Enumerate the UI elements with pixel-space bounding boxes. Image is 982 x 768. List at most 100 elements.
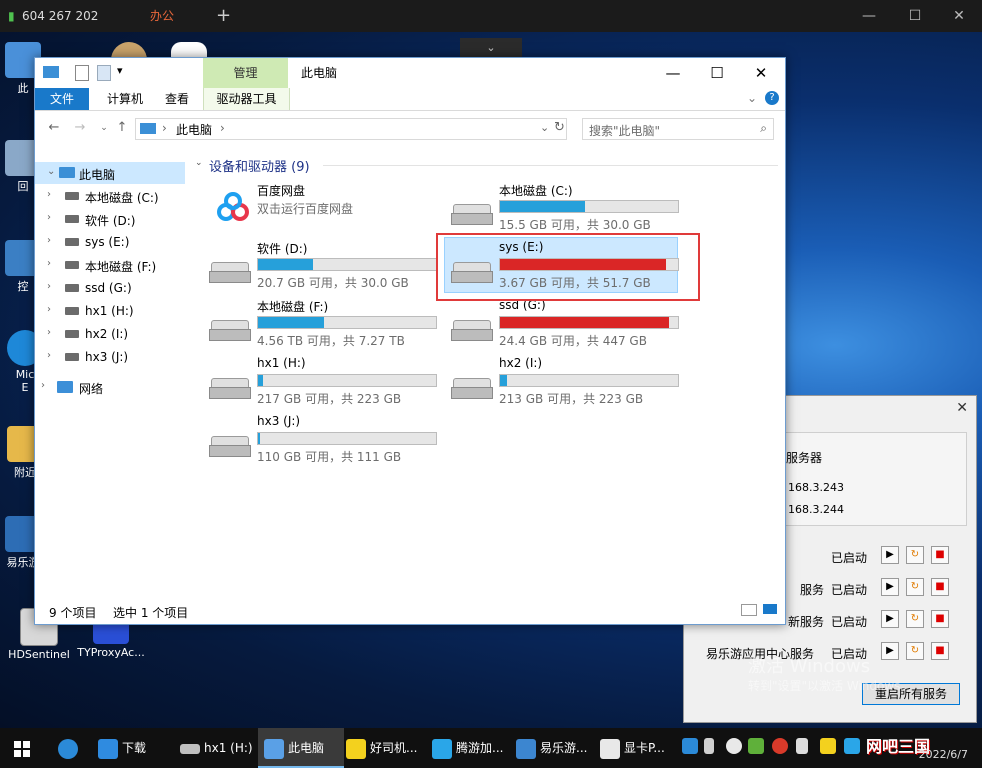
stop-icon[interactable]: ■ xyxy=(931,546,949,564)
nav-item-drive[interactable]: › hx3 (J:) xyxy=(35,346,185,368)
drive-size: 213 GB 可用，共 223 GB xyxy=(499,392,644,406)
drive-tile[interactable]: hx1 (H:) 217 GB 可用，共 223 GB xyxy=(205,356,437,410)
forward-arrow-icon[interactable]: → xyxy=(71,119,89,137)
chevron-right-icon[interactable]: › xyxy=(47,258,51,269)
restart-icon[interactable]: ↻ xyxy=(906,610,924,628)
tray-v-icon[interactable] xyxy=(748,738,764,754)
taskbar-item-haosiji[interactable]: 好司机... xyxy=(346,728,426,768)
haosiji-icon xyxy=(346,738,366,759)
restart-icon[interactable]: ↻ xyxy=(906,578,924,596)
tray-network-icon[interactable] xyxy=(844,738,860,754)
volume-muted-icon[interactable] xyxy=(796,738,808,754)
address-input[interactable]: › 此电脑 › ⌄ ↻ xyxy=(135,118,567,140)
tab-computer[interactable]: 计算机 xyxy=(99,88,151,110)
tab-office[interactable]: 办公 xyxy=(150,0,174,32)
new-folder-icon[interactable] xyxy=(97,65,111,81)
recent-locations-icon[interactable]: ⌄ xyxy=(95,119,113,137)
drive-tile[interactable]: 本地磁盘 (C:) 15.5 GB 可用，共 30.0 GB xyxy=(447,182,679,236)
taskbar-item-this-pc[interactable]: 此电脑 xyxy=(258,728,344,768)
tray-haosiji-icon[interactable] xyxy=(820,738,836,754)
restart-icon[interactable]: ↻ xyxy=(906,642,924,660)
minimize-button[interactable]: — xyxy=(651,58,695,88)
tray-typroxy-icon[interactable] xyxy=(682,738,698,754)
baidu-netdisk-tile[interactable]: 百度网盘 双击运行百度网盘 xyxy=(205,182,437,236)
details-view-icon[interactable] xyxy=(741,604,757,616)
maximize-button[interactable]: ☐ xyxy=(695,58,739,88)
address-dropdown-icon[interactable]: ⌄ xyxy=(540,121,549,134)
clock-date[interactable]: 2022/6/7 xyxy=(919,748,968,761)
play-icon[interactable]: ▶ xyxy=(881,642,899,660)
tray-usb-icon[interactable] xyxy=(704,738,714,754)
group-header[interactable]: 设备和驱动器 (9) xyxy=(209,156,310,175)
drive-tile[interactable]: 本地磁盘 (F:) 4.56 TB 可用，共 7.27 TB xyxy=(205,298,437,352)
start-button[interactable] xyxy=(14,728,38,768)
back-arrow-icon[interactable]: ← xyxy=(45,119,63,137)
drive-tile[interactable]: hx2 (I:) 213 GB 可用，共 223 GB xyxy=(447,356,679,410)
chevron-right-icon[interactable]: › xyxy=(47,350,51,361)
nav-item-network[interactable]: › 网络 xyxy=(35,376,185,398)
context-tab-manage[interactable]: 管理 xyxy=(203,58,288,88)
taskbar-item-download[interactable]: 下载 xyxy=(98,728,174,768)
nav-item-drive[interactable]: › 软件 (D:) xyxy=(35,208,185,230)
stop-icon[interactable]: ■ xyxy=(931,642,949,660)
server-ip-2: 168.3.244 xyxy=(788,503,844,516)
service-status: 已启动 xyxy=(831,551,868,565)
nav-item-drive[interactable]: › ssd (G:) xyxy=(35,277,185,299)
play-icon[interactable]: ▶ xyxy=(881,610,899,628)
nav-item-drive[interactable]: › 本地磁盘 (C:) xyxy=(35,185,185,207)
new-tab-button[interactable]: + xyxy=(216,0,231,32)
tab-drive-tools[interactable]: 驱动器工具 xyxy=(203,88,290,110)
stop-icon[interactable]: ■ xyxy=(931,578,949,596)
chevron-right-icon[interactable]: › xyxy=(47,189,51,200)
close-button[interactable]: ✕ xyxy=(739,58,783,88)
play-icon[interactable]: ▶ xyxy=(881,578,899,596)
breadcrumb-chevron-icon[interactable]: › xyxy=(220,121,225,135)
taskbar-item-yileyou[interactable]: 易乐游... xyxy=(516,728,596,768)
stop-icon[interactable]: ■ xyxy=(931,610,949,628)
nav-item-this-pc[interactable]: ⌄ 此电脑 xyxy=(35,162,185,184)
nav-item-drive[interactable]: › hx2 (I:) xyxy=(35,323,185,345)
minimize-button[interactable]: — xyxy=(846,0,892,32)
close-icon[interactable]: ✕ xyxy=(956,400,968,416)
maximize-button[interactable]: ☐ xyxy=(892,0,938,32)
play-icon[interactable]: ▶ xyxy=(881,546,899,564)
taskbar-item-tengyou[interactable]: 腾游加... xyxy=(432,728,512,768)
up-arrow-icon[interactable]: ↑ xyxy=(113,119,131,137)
chevron-right-icon[interactable]: › xyxy=(47,235,51,246)
properties-icon[interactable] xyxy=(75,65,89,81)
nav-item-drive[interactable]: › 本地磁盘 (F:) xyxy=(35,254,185,276)
nav-item-drive[interactable]: › sys (E:) xyxy=(35,231,185,253)
help-icon[interactable]: ? xyxy=(765,91,779,105)
chevron-right-icon[interactable]: › xyxy=(47,327,51,338)
chevron-right-icon[interactable]: › xyxy=(47,304,51,315)
search-input[interactable]: 搜索"此电脑" ⌕ xyxy=(582,118,774,140)
customize-toolbar-icon[interactable]: ▾ xyxy=(117,64,123,77)
close-button[interactable]: ✕ xyxy=(936,0,982,32)
collapse-toolbar-button[interactable]: ⌄ xyxy=(460,38,522,58)
chevron-right-icon[interactable]: › xyxy=(41,380,45,391)
expand-ribbon-icon[interactable]: ⌄ xyxy=(747,91,757,105)
tab-view[interactable]: 查看 xyxy=(157,88,197,110)
window-title: 此电脑 xyxy=(301,66,338,80)
tray-browser-icon[interactable] xyxy=(726,738,742,754)
tiles-view-icon[interactable] xyxy=(763,604,777,614)
taskbar-item-gpu[interactable]: 显卡P... xyxy=(600,728,674,768)
breadcrumb-separator-icon: › xyxy=(162,121,167,135)
drive-tile[interactable]: ssd (G:) 24.4 GB 可用，共 447 GB xyxy=(447,298,679,352)
nav-item-drive[interactable]: › hx1 (H:) xyxy=(35,300,185,322)
expanded-chevron-icon[interactable]: ⌄ xyxy=(47,166,55,177)
usage-fill xyxy=(258,317,324,328)
drive-tile[interactable]: 软件 (D:) 20.7 GB 可用，共 30.0 GB xyxy=(205,240,437,294)
restart-icon[interactable]: ↻ xyxy=(906,546,924,564)
chevron-right-icon[interactable]: › xyxy=(47,212,51,223)
drive-tile[interactable]: hx3 (J:) 110 GB 可用，共 111 GB xyxy=(205,414,437,468)
tab-file[interactable]: 文件 xyxy=(35,88,89,110)
tray-shield-icon[interactable] xyxy=(772,738,788,754)
refresh-icon[interactable]: ↻ xyxy=(554,120,565,135)
usage-fill xyxy=(500,375,508,386)
group-collapse-icon[interactable]: ⌄ xyxy=(195,158,203,168)
drive-size: 110 GB 可用，共 111 GB xyxy=(257,450,402,464)
chevron-right-icon[interactable]: › xyxy=(47,281,51,292)
taskbar-item-hx1[interactable]: hx1 (H:) xyxy=(180,728,256,768)
ie-taskbar-icon[interactable] xyxy=(58,728,82,768)
